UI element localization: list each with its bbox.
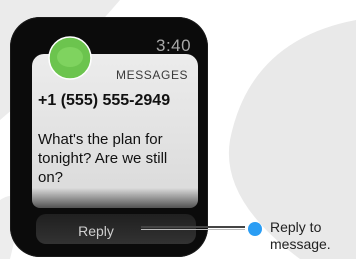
app-name-label: MESSAGES xyxy=(116,68,189,82)
message-text: What's the plan for tonight? Are we stil… xyxy=(38,131,168,186)
callout-dot-icon xyxy=(248,222,262,236)
callout-caption: Reply to message. xyxy=(270,219,331,252)
callout-leader-line xyxy=(141,226,245,228)
sender-phone-number: +1 (555) 555-2949 xyxy=(38,92,171,109)
clock-time: 3:40 xyxy=(156,36,192,55)
messages-bubble-icon xyxy=(48,36,92,80)
reply-button-label: Reply xyxy=(78,223,114,239)
callout-leader-line-shadow xyxy=(141,229,245,230)
card-fade xyxy=(32,188,198,214)
